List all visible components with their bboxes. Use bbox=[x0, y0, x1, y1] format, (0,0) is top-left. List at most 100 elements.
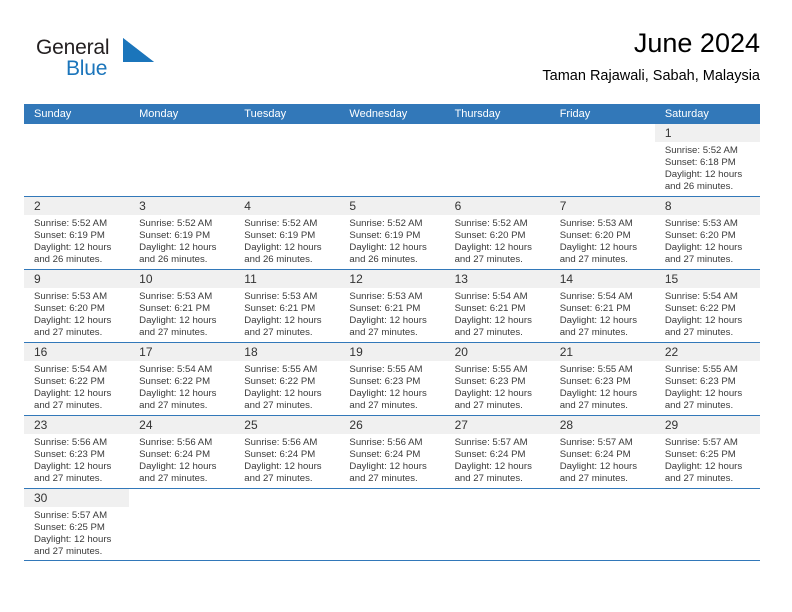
calendar-day-cell[interactable]: 13 Sunrise: 5:54 AM Sunset: 6:21 PM Dayligh… bbox=[444, 270, 550, 342]
day-details: Sunrise: 5:53 AM Sunset: 6:21 PM Daylight:… bbox=[129, 288, 234, 339]
brand-logo[interactable]: General Blue bbox=[36, 36, 216, 88]
sunset-text: Sunset: 6:24 PM bbox=[559, 449, 631, 461]
daylight-text-line2: and 27 minutes. bbox=[559, 400, 628, 412]
sunset-text: Sunset: 6:23 PM bbox=[349, 376, 421, 388]
sunrise-text: Sunrise: 5:55 AM bbox=[664, 364, 738, 375]
calendar-day-cell[interactable]: 27 Sunrise: 5:57 AM Sunset: 6:24 PM Dayligh… bbox=[444, 416, 550, 488]
daylight-text-line1: Daylight: 12 hours bbox=[139, 388, 217, 400]
calendar-day-cell[interactable]: 5 Sunrise: 5:52 AM Sunset: 6:19 PM Daylight… bbox=[339, 197, 445, 269]
day-details: Sunrise: 5:52 AM Sunset: 6:19 PM Daylight:… bbox=[24, 215, 129, 266]
sunset-text: Sunset: 6:24 PM bbox=[349, 449, 421, 461]
calendar-day-cell[interactable]: 30 Sunrise: 5:57 AM Sunset: 6:25 PM Dayligh… bbox=[24, 489, 130, 560]
daylight-text-line2: and 27 minutes. bbox=[139, 327, 208, 339]
calendar-day-cell[interactable]: 12 Sunrise: 5:53 AM Sunset: 6:21 PM Dayligh… bbox=[339, 270, 445, 342]
daylight-text-line1: Daylight: 12 hours bbox=[664, 242, 743, 254]
sunset-text: Sunset: 6:20 PM bbox=[664, 230, 736, 242]
weekday-header-friday: Friday bbox=[559, 108, 591, 120]
sunset-text: Sunset: 6:19 PM bbox=[244, 230, 316, 242]
daylight-text-line1: Daylight: 12 hours bbox=[34, 242, 112, 254]
sunrise-text: Sunrise: 5:55 AM bbox=[244, 364, 318, 375]
sunrise-text: Sunrise: 5:53 AM bbox=[34, 291, 108, 302]
calendar-day-cell[interactable]: 9 Sunrise: 5:53 AM Sunset: 6:20 PM Daylight… bbox=[24, 270, 130, 342]
sunrise-text: Sunrise: 5:53 AM bbox=[559, 218, 633, 229]
day-number: 18 bbox=[244, 345, 258, 359]
day-number: 8 bbox=[664, 199, 672, 213]
calendar-day-cell[interactable]: 10 Sunrise: 5:53 AM Sunset: 6:21 PM Dayligh… bbox=[129, 270, 235, 342]
brand-name-blue: Blue bbox=[66, 57, 108, 80]
calendar-day-cell[interactable]: 16 Sunrise: 5:54 AM Sunset: 6:22 PM Dayligh… bbox=[24, 343, 130, 415]
calendar-day-cell[interactable]: 28 Sunrise: 5:57 AM Sunset: 6:24 PM Dayligh… bbox=[549, 416, 655, 488]
calendar-day-cell[interactable]: 14 Sunrise: 5:54 AM Sunset: 6:21 PM Dayligh… bbox=[549, 270, 655, 342]
daylight-text-line1: Daylight: 12 hours bbox=[139, 461, 217, 473]
sunset-text: Sunset: 6:24 PM bbox=[454, 449, 526, 461]
calendar-day-cell[interactable]: 25 Sunrise: 5:56 AM Sunset: 6:24 PM Dayligh… bbox=[234, 416, 340, 488]
calendar-day-cell[interactable]: 1 Sunrise: 5:52 AM Sunset: 6:18 PM Daylight… bbox=[654, 124, 760, 196]
calendar-day-cell[interactable]: 23 Sunrise: 5:56 AM Sunset: 6:23 PM Dayligh… bbox=[24, 416, 130, 488]
weekday-header-row: Sunday Monday Tuesday Wednesday Thursday… bbox=[24, 104, 760, 124]
sunrise-text: Sunrise: 5:53 AM bbox=[664, 218, 738, 229]
daylight-text-line1: Daylight: 12 hours bbox=[349, 388, 427, 400]
calendar-day-cell[interactable]: 24 Sunrise: 5:56 AM Sunset: 6:24 PM Dayligh… bbox=[129, 416, 235, 488]
day-number: 2 bbox=[34, 199, 41, 213]
weekday-header-tuesday: Tuesday bbox=[244, 108, 287, 120]
calendar-day-cell-empty bbox=[129, 124, 235, 196]
calendar-day-cell[interactable]: 15 Sunrise: 5:54 AM Sunset: 6:22 PM Dayligh… bbox=[654, 270, 760, 342]
daylight-text-line2: and 27 minutes. bbox=[664, 400, 734, 412]
sunset-text: Sunset: 6:23 PM bbox=[454, 376, 526, 388]
day-number-band bbox=[445, 124, 550, 142]
sunrise-text: Sunrise: 5:54 AM bbox=[559, 291, 633, 302]
sunrise-text: Sunrise: 5:53 AM bbox=[349, 291, 423, 302]
calendar-week-row: 2 Sunrise: 5:52 AM Sunset: 6:19 PM Daylight… bbox=[24, 196, 760, 269]
sunset-text: Sunset: 6:23 PM bbox=[559, 376, 631, 388]
calendar-day-cell[interactable]: 7 Sunrise: 5:53 AM Sunset: 6:20 PM Daylight… bbox=[549, 197, 655, 269]
calendar-day-cell[interactable]: 6 Sunrise: 5:52 AM Sunset: 6:20 PM Daylight… bbox=[444, 197, 550, 269]
day-details: Sunrise: 5:55 AM Sunset: 6:23 PM Daylight:… bbox=[550, 361, 655, 412]
daylight-text-line1: Daylight: 12 hours bbox=[349, 461, 427, 473]
day-details bbox=[339, 142, 444, 145]
daylight-text-line2: and 27 minutes. bbox=[34, 473, 103, 485]
daylight-text-line2: and 26 minutes. bbox=[349, 254, 418, 266]
day-details: Sunrise: 5:57 AM Sunset: 6:24 PM Daylight:… bbox=[550, 434, 655, 485]
day-number: 19 bbox=[349, 345, 363, 359]
weekday-header-thursday: Thursday bbox=[454, 108, 501, 120]
calendar-day-cell[interactable]: 11 Sunrise: 5:53 AM Sunset: 6:21 PM Dayligh… bbox=[234, 270, 340, 342]
sunset-text: Sunset: 6:20 PM bbox=[559, 230, 631, 242]
day-details bbox=[234, 142, 339, 145]
daylight-text-line2: and 27 minutes. bbox=[244, 473, 313, 485]
day-number: 24 bbox=[139, 418, 153, 432]
day-details bbox=[24, 142, 129, 145]
calendar-day-cell[interactable]: 21 Sunrise: 5:55 AM Sunset: 6:23 PM Dayligh… bbox=[549, 343, 655, 415]
calendar-day-cell[interactable]: 18 Sunrise: 5:55 AM Sunset: 6:22 PM Dayligh… bbox=[234, 343, 340, 415]
calendar-day-cell[interactable]: 20 Sunrise: 5:55 AM Sunset: 6:23 PM Dayligh… bbox=[444, 343, 550, 415]
calendar-day-cell[interactable]: 29 Sunrise: 5:57 AM Sunset: 6:25 PM Dayligh… bbox=[654, 416, 760, 488]
sunrise-text: Sunrise: 5:57 AM bbox=[559, 437, 633, 448]
sunrise-text: Sunrise: 5:52 AM bbox=[139, 218, 213, 229]
calendar-day-cell[interactable]: 3 Sunrise: 5:52 AM Sunset: 6:19 PM Daylight… bbox=[129, 197, 235, 269]
day-number: 1 bbox=[664, 126, 672, 140]
calendar-day-cell[interactable]: 26 Sunrise: 5:56 AM Sunset: 6:24 PM Dayligh… bbox=[339, 416, 445, 488]
day-number-band bbox=[234, 489, 339, 507]
daylight-text-line2: and 27 minutes. bbox=[454, 400, 523, 412]
calendar-weeks: 1 Sunrise: 5:52 AM Sunset: 6:18 PM Daylight… bbox=[24, 124, 760, 561]
daylight-text-line2: and 26 minutes. bbox=[139, 254, 208, 266]
calendar-day-cell[interactable]: 4 Sunrise: 5:52 AM Sunset: 6:19 PM Daylight… bbox=[234, 197, 340, 269]
calendar-day-cell-empty bbox=[129, 489, 235, 560]
day-details: Sunrise: 5:54 AM Sunset: 6:21 PM Daylight:… bbox=[445, 288, 550, 339]
day-number: 14 bbox=[559, 272, 574, 286]
calendar-day-cell[interactable]: 8 Sunrise: 5:53 AM Sunset: 6:20 PM Daylight… bbox=[654, 197, 760, 269]
page-title: June 2024 bbox=[633, 28, 760, 58]
calendar-day-cell[interactable]: 2 Sunrise: 5:52 AM Sunset: 6:19 PM Daylight… bbox=[24, 197, 130, 269]
calendar-day-cell[interactable]: 17 Sunrise: 5:54 AM Sunset: 6:22 PM Dayligh… bbox=[129, 343, 235, 415]
sunrise-text: Sunrise: 5:57 AM bbox=[664, 437, 738, 448]
day-details bbox=[129, 507, 234, 510]
day-number-band bbox=[655, 489, 760, 507]
calendar-day-cell[interactable]: 22 Sunrise: 5:55 AM Sunset: 6:23 PM Dayligh… bbox=[654, 343, 760, 415]
daylight-text-line1: Daylight: 12 hours bbox=[559, 461, 638, 473]
daylight-text-line1: Daylight: 12 hours bbox=[454, 242, 532, 254]
day-details: Sunrise: 5:56 AM Sunset: 6:24 PM Daylight:… bbox=[339, 434, 444, 485]
day-number: 10 bbox=[139, 272, 153, 286]
calendar-day-cell[interactable]: 19 Sunrise: 5:55 AM Sunset: 6:23 PM Dayligh… bbox=[339, 343, 445, 415]
day-details: Sunrise: 5:54 AM Sunset: 6:21 PM Daylight:… bbox=[550, 288, 655, 339]
daylight-text-line2: and 27 minutes. bbox=[34, 327, 103, 339]
title-block: June 2024 Taman Rajawali, Sabah, Malaysi… bbox=[542, 26, 760, 86]
